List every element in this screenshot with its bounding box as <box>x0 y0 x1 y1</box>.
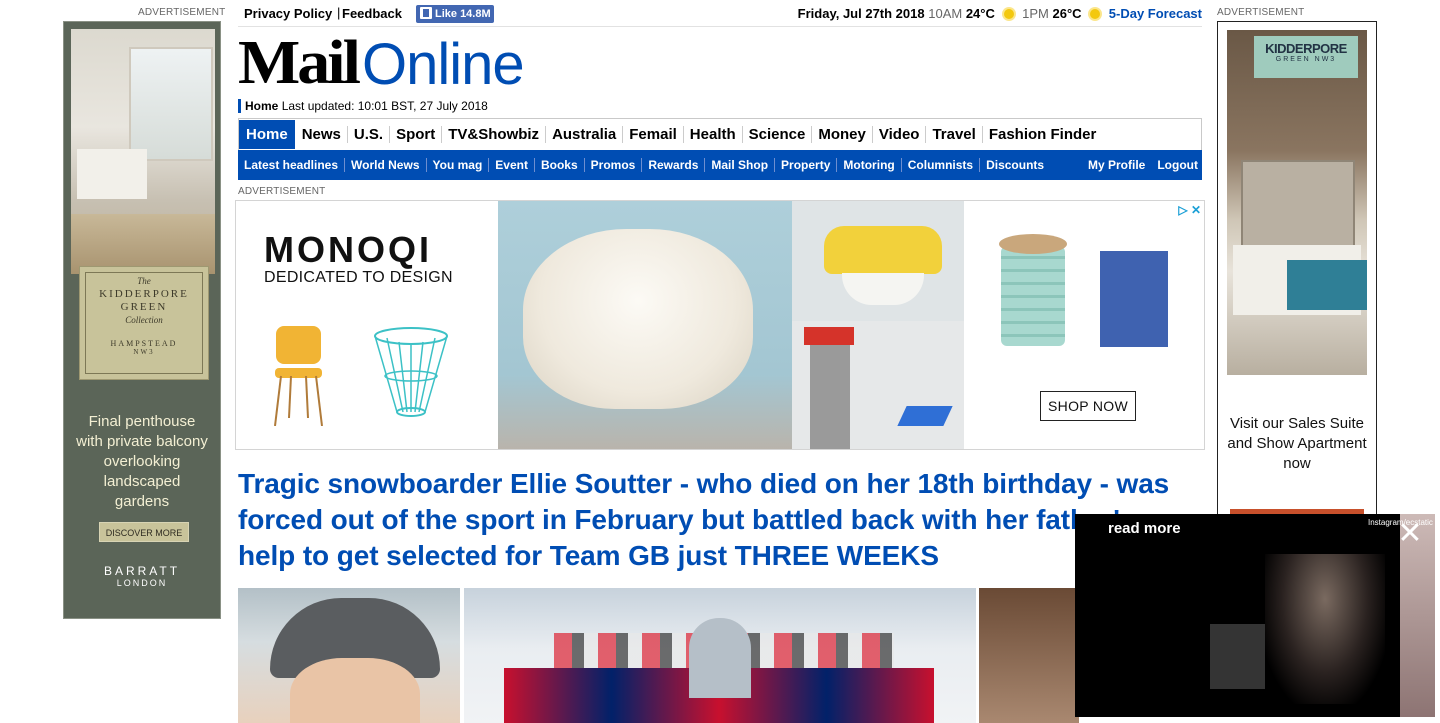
ad-tagline: DEDICATED TO DESIGN <box>264 269 453 286</box>
sun-icon <box>1003 9 1014 19</box>
sub-nav: Latest headlines World News You mag Event Bo… <box>238 150 1202 180</box>
shop-now-button[interactable]: SHOP NOW <box>1040 391 1136 421</box>
pendant-lamp-image <box>792 201 964 321</box>
subnav-item-motoring[interactable]: Motoring <box>837 158 902 172</box>
article-image-team-gb[interactable] <box>464 588 976 723</box>
article-image-portrait[interactable] <box>238 588 460 723</box>
ad-collection-badge: The KIDDERPORE GREEN Collection HAMPSTEA… <box>79 266 209 380</box>
subnav-item-you-mag[interactable]: You mag <box>427 158 490 172</box>
ad-brand-monoqi: MONOQI <box>264 229 432 270</box>
blue-throw-image <box>1100 251 1168 347</box>
subnav-item-logout[interactable]: Logout <box>1157 158 1198 172</box>
date-text: Friday, Jul 27th 2018 <box>797 6 925 21</box>
nav-item-news[interactable]: News <box>296 126 348 143</box>
logo-online: Online <box>361 32 525 97</box>
logo-mail: Mail <box>238 27 361 98</box>
ad-interior-photo <box>71 29 215 274</box>
discover-more-button[interactable]: DISCOVER MORE <box>99 522 189 542</box>
advertisement-label-right: ADVERTISEMENT <box>1217 7 1305 18</box>
nav-item-tv-showbiz[interactable]: TV&Showbiz <box>442 126 547 143</box>
sun-icon <box>1090 9 1101 19</box>
nav-item-home[interactable]: Home <box>239 120 295 149</box>
article-image-hug[interactable] <box>979 588 1079 723</box>
ad-bedroom-photo: KIDDERPORE GREEN NW3 <box>1227 30 1367 375</box>
wire-basket-image <box>374 327 448 417</box>
subnav-item-columnists[interactable]: Columnists <box>902 158 981 172</box>
ad-brand-tag: KIDDERPORE GREEN NW3 <box>1254 36 1358 78</box>
last-updated-text: Last updated: 10:01 BST, 27 July 2018 <box>281 99 488 113</box>
subnav-item-mail-shop[interactable]: Mail Shop <box>705 158 776 172</box>
subnav-item-latest-headlines[interactable]: Latest headlines <box>238 158 346 172</box>
divider: | <box>337 5 341 20</box>
thumbs-up-icon <box>420 7 432 19</box>
ad-brand-logo: BARRATT <box>103 564 181 578</box>
nav-item-sport[interactable]: Sport <box>390 126 443 143</box>
site-logo[interactable]: MailOnline <box>238 27 525 98</box>
subnav-item-discounts[interactable]: Discounts <box>980 158 1050 172</box>
close-icon: ✕ <box>1397 517 1423 550</box>
nav-item-australia[interactable]: Australia <box>546 126 624 143</box>
left-skyscraper-ad[interactable]: The KIDDERPORE GREEN Collection HAMPSTEA… <box>63 21 221 619</box>
nav-item-health[interactable]: Health <box>684 126 743 143</box>
read-more-link[interactable]: read more <box>1108 520 1181 537</box>
ad-tag-sub: GREEN NW3 <box>1275 56 1337 63</box>
main-nav: Home News U.S. Sport TV&Showbiz Australia Fema… <box>238 118 1202 150</box>
weather-temp: 24°C <box>965 6 995 21</box>
video-frame-detail <box>1210 624 1265 689</box>
banner-ad[interactable]: MONOQI DEDICATED TO DESIGN SHOP NOW ▷ ✕ <box>235 200 1205 450</box>
weather-temp: 26°C <box>1052 6 1082 21</box>
close-video-button[interactable]: ✕ <box>1393 514 1427 554</box>
ad-copy: Visit our Sales Suite and Show Apartment… <box>1227 415 1367 472</box>
right-skyscraper-ad[interactable]: KIDDERPORE GREEN NW3 Visit our Sales Sui… <box>1217 21 1377 523</box>
subnav-item-my-profile[interactable]: My Profile <box>1088 158 1145 172</box>
five-day-forecast-link[interactable]: 5-Day Forecast <box>1109 6 1202 21</box>
subnav-item-world-news[interactable]: World News <box>345 158 427 172</box>
subnav-item-rewards[interactable]: Rewards <box>642 158 706 172</box>
nav-item-u-s-[interactable]: U.S. <box>348 126 391 143</box>
pouf-chair-image <box>498 201 792 449</box>
video-frame-singer <box>1265 554 1385 704</box>
weather-time: 1PM <box>1022 6 1049 21</box>
top-bar: Privacy Policy | Feedback Like 14.8M Fri… <box>238 0 1202 27</box>
last-updated: Home Last updated: 10:01 BST, 27 July 20… <box>238 99 488 113</box>
article-headline[interactable]: Tragic snowboarder Ellie Soutter - who d… <box>238 466 1198 574</box>
nav-item-video[interactable]: Video <box>873 126 927 143</box>
chair-image <box>274 326 323 426</box>
subnav-item-books[interactable]: Books <box>535 158 585 172</box>
weather-time: 10AM <box>928 6 963 21</box>
ceramic-jar-image <box>999 234 1067 346</box>
subnav-item-property[interactable]: Property <box>775 158 838 172</box>
nav-item-science[interactable]: Science <box>743 126 813 143</box>
ad-copy: Final penthouse with private balcony ove… <box>76 413 208 510</box>
weather-widget: Friday, Jul 27th 2018 10AM 24°C 1PM 26°C… <box>798 6 1202 21</box>
adchoices-icon[interactable]: ▷ ✕ <box>1178 203 1201 217</box>
nav-item-femail[interactable]: Femail <box>623 126 684 143</box>
nav-item-travel[interactable]: Travel <box>926 126 983 143</box>
nav-item-fashion-finder[interactable]: Fashion Finder <box>983 126 1103 143</box>
nav-item-money[interactable]: Money <box>812 126 873 143</box>
advertisement-label-left: ADVERTISEMENT <box>138 7 226 18</box>
ad-brand-sub: LONDON <box>116 578 168 588</box>
home-breadcrumb[interactable]: Home <box>245 99 278 113</box>
subnav-item-event[interactable]: Event <box>489 158 535 172</box>
feedback-link[interactable]: Feedback <box>342 6 402 21</box>
fb-like-label: Like 14.8M <box>435 8 491 20</box>
wall-hook-image <box>792 321 964 449</box>
video-overlay-player[interactable]: read more <box>1075 514 1400 717</box>
facebook-like-button[interactable]: Like 14.8M <box>416 5 494 23</box>
ad-tag-title: KIDDERPORE <box>1265 41 1347 56</box>
advertisement-label-banner: ADVERTISEMENT <box>238 186 326 197</box>
privacy-policy-link[interactable]: Privacy Policy <box>244 6 332 21</box>
subnav-item-promos[interactable]: Promos <box>585 158 643 172</box>
